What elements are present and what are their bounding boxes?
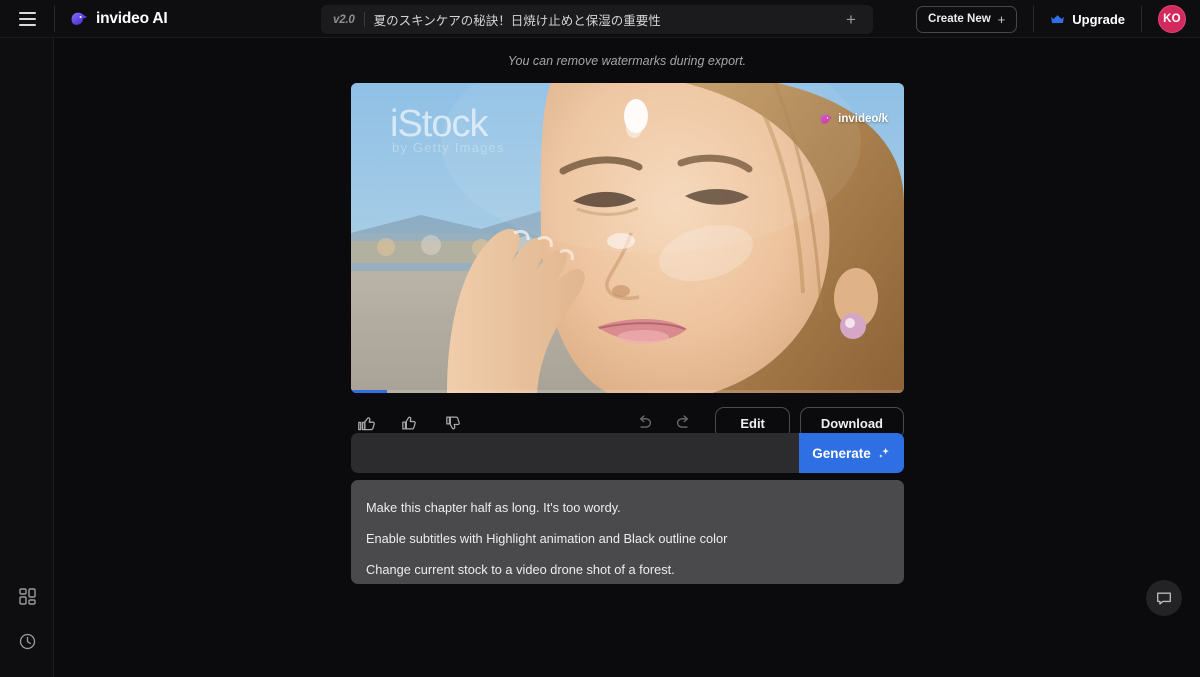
- hamburger-line: [18, 11, 36, 14]
- thumbs-down-icon: [446, 416, 460, 430]
- avatar[interactable]: KO: [1158, 5, 1186, 33]
- version-label: v2.0: [333, 13, 355, 26]
- prompt-input[interactable]: [351, 433, 799, 473]
- brand-name: invideo AI: [96, 9, 168, 27]
- crown-icon: [1051, 14, 1065, 23]
- suggestion-list: Make this chapter half as long. It's too…: [351, 480, 904, 584]
- sidebar-item-history[interactable]: [0, 623, 54, 659]
- sidebar-item-dashboard[interactable]: [0, 578, 54, 614]
- header-divider: [1033, 6, 1035, 32]
- header-divider: [1141, 6, 1142, 32]
- create-new-label: Create New: [928, 13, 991, 25]
- watermark-note: You can remove watermarks during export.: [507, 54, 747, 68]
- chat-bubble-icon: [1157, 592, 1171, 605]
- undo-arrow-icon: [640, 415, 652, 428]
- video-preview[interactable]: iStock by Getty Images invideo/k: [351, 83, 904, 393]
- new-tab-plus-icon[interactable]: +: [841, 10, 861, 30]
- project-title-bar[interactable]: v2.0 夏のスキンケアの秘訣！日焼け止めと保湿の重要性 +: [321, 5, 873, 34]
- hamburger-menu-icon[interactable]: [0, 0, 54, 38]
- header-actions: Create New + Upgrade KO: [916, 0, 1200, 38]
- hamburger-line: [18, 17, 36, 20]
- sparkle-icon: [878, 447, 889, 458]
- upgrade-label: Upgrade: [1072, 11, 1125, 27]
- brand-logo-link[interactable]: invideo AI: [55, 9, 168, 28]
- invideo-logo-icon: [71, 12, 87, 25]
- project-title: 夏のスキンケアの秘訣！日焼け止めと保湿の重要性: [373, 14, 661, 28]
- support-chat-button[interactable]: [1146, 580, 1182, 616]
- video-progress-bar[interactable]: [351, 390, 904, 393]
- version-divider: [363, 12, 365, 27]
- upgrade-button[interactable]: Upgrade: [1050, 12, 1125, 27]
- generate-button[interactable]: Generate: [799, 433, 904, 473]
- main-content: You can remove watermarks during export.: [54, 38, 1200, 677]
- video-progress-fill: [351, 390, 387, 393]
- create-new-button[interactable]: Create New +: [916, 5, 1018, 33]
- list-item[interactable]: Enable subtitles with Highlight animatio…: [351, 523, 904, 554]
- generate-label: Generate: [812, 445, 871, 461]
- left-rail: [0, 38, 54, 677]
- hamburger-line: [18, 23, 36, 26]
- plus-icon: +: [997, 11, 1006, 27]
- thumbs-up-double-icon: [357, 416, 375, 430]
- list-item[interactable]: Change current stock to a video drone sh…: [351, 554, 904, 585]
- clock-icon: [19, 633, 35, 649]
- list-item[interactable]: Make this chapter half as long. It's too…: [351, 492, 904, 523]
- avatar-initials: KO: [1163, 13, 1181, 25]
- thumbs-up-icon: [402, 416, 416, 430]
- video-frame-image: [351, 83, 904, 393]
- prompt-row: Generate: [351, 433, 904, 473]
- grid-icon: [18, 587, 36, 605]
- redo-arrow-icon: [677, 415, 689, 428]
- top-header: invideo AI v2.0 夏のスキンケアの秘訣！日焼け止めと保湿の重要性 …: [0, 0, 1200, 38]
